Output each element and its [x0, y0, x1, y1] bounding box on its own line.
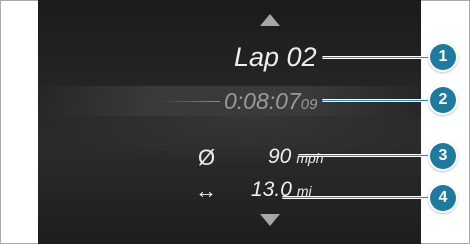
- scroll-down-icon[interactable]: [260, 214, 280, 226]
- lap-label: Lap 02: [234, 42, 317, 72]
- callout-line-1: [322, 56, 431, 59]
- lap-display-screen: Lap 02 0:08:0709 Ø 90 mph ↔ 13.0 mi: [38, 0, 421, 244]
- distance-icon: ↔: [195, 178, 217, 203]
- scroll-up-icon[interactable]: [260, 14, 280, 26]
- speed-value: 90: [268, 145, 292, 168]
- lap-time: 0:08:0709: [224, 88, 317, 115]
- callout-line-3: [298, 154, 431, 157]
- background-glow: [38, 116, 421, 166]
- speed-unit: mph: [296, 150, 324, 166]
- lap-time-fraction: 09: [300, 96, 318, 113]
- callout-line-2: [322, 99, 431, 102]
- callout-badge-3: 3: [430, 143, 456, 169]
- lap-time-main: 0:08:07: [224, 88, 301, 114]
- callout-line-4: [282, 196, 431, 199]
- callout-badge-2: 2: [430, 87, 456, 113]
- callout-badge-1: 1: [430, 44, 456, 70]
- average-speed-icon: Ø: [198, 145, 216, 170]
- time-leader-line: [160, 101, 220, 102]
- average-speed: 90 mph: [268, 145, 324, 169]
- callout-badge-4: 4: [430, 185, 456, 211]
